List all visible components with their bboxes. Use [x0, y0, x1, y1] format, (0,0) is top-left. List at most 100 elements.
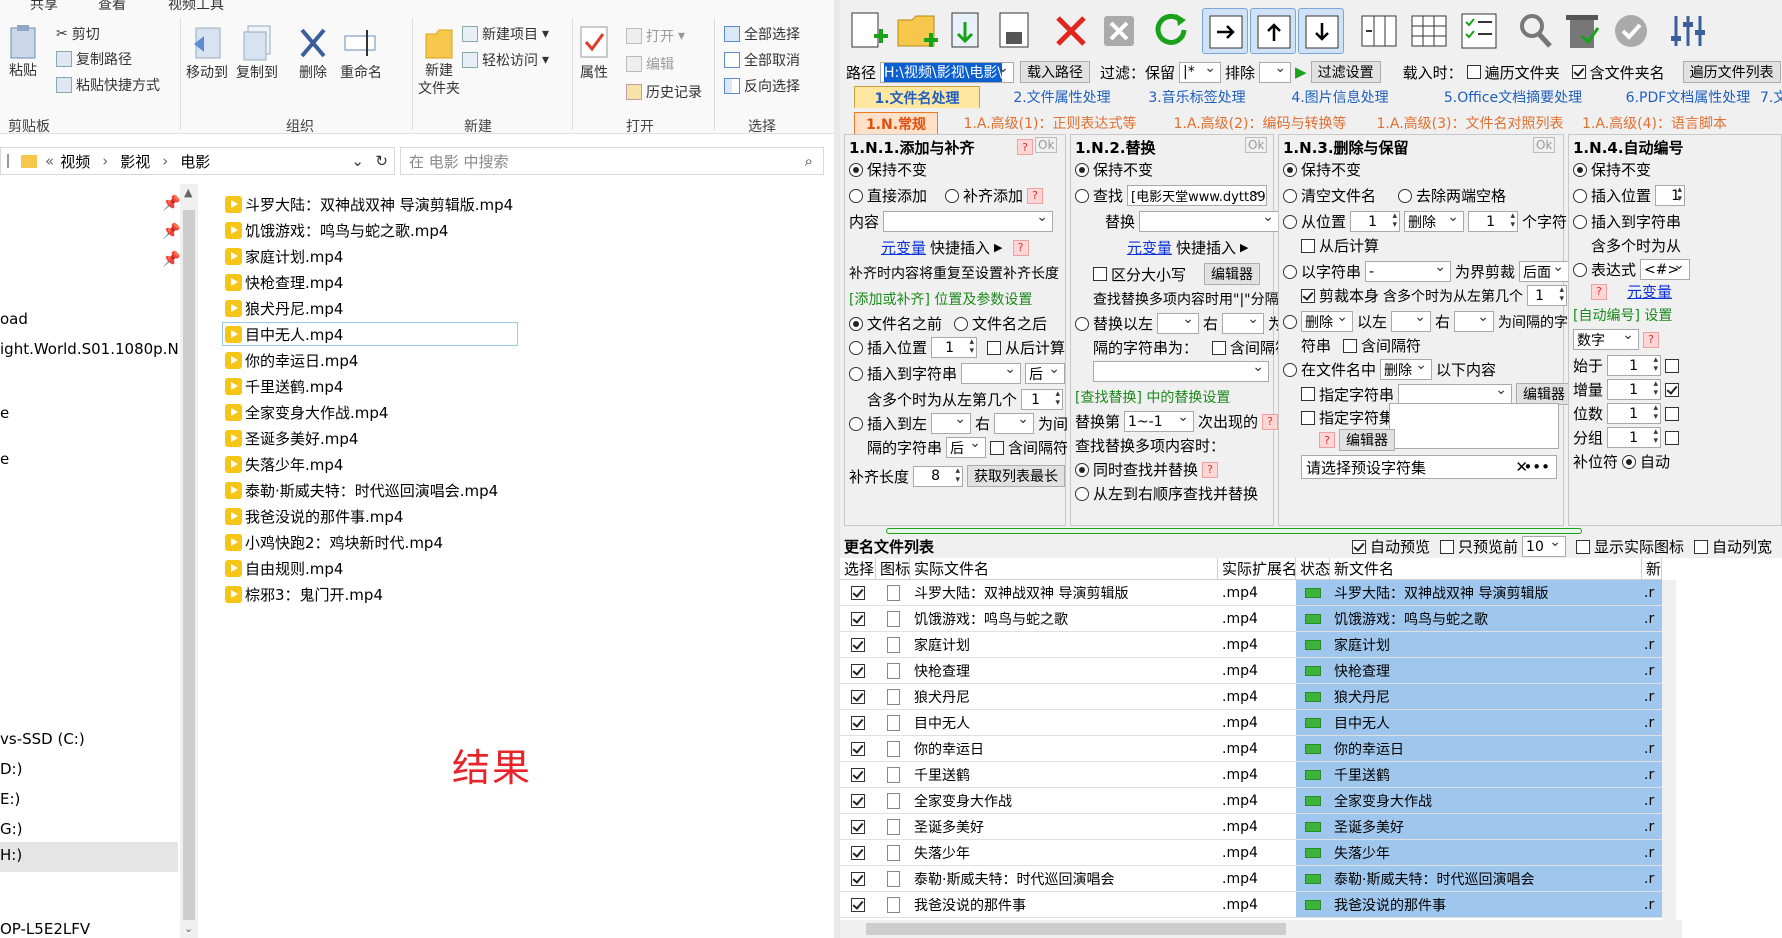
column-header-select[interactable]: 选择 — [840, 558, 876, 580]
paste-button[interactable]: 粘贴 — [8, 24, 38, 80]
specified-charset-checkbox[interactable] — [1301, 410, 1315, 425]
auto-preview-checkbox[interactable] — [1352, 539, 1366, 554]
before-name-radio[interactable] — [849, 316, 863, 331]
help-icon[interactable]: ? — [1202, 461, 1219, 478]
meta-variable-link[interactable]: 元变量 — [1127, 237, 1172, 258]
expression-combo[interactable]: <#> — [1640, 259, 1691, 280]
row-select-cell[interactable] — [840, 658, 876, 684]
properties-button[interactable]: 属性 — [578, 24, 610, 82]
keep-radio[interactable] — [1573, 162, 1587, 177]
row-select-cell[interactable] — [840, 840, 876, 866]
preview-top-combo[interactable]: 10 — [1522, 536, 1567, 557]
nav-item[interactable]: e — [0, 404, 178, 422]
history-button[interactable]: 历史记录 — [626, 82, 702, 102]
trim-spaces-radio[interactable] — [1398, 188, 1413, 203]
multi-left-spinner[interactable]: 1 — [1527, 285, 1568, 306]
boundary-string-combo[interactable]: - — [1365, 261, 1452, 282]
insert-position-radio[interactable] — [1573, 188, 1587, 203]
simultaneous-radio[interactable] — [1075, 462, 1089, 477]
column-header-actual-name[interactable]: 实际文件名 — [910, 558, 1218, 580]
help-icon[interactable]: ? — [1027, 187, 1044, 204]
table-row[interactable]: 你的幸运日 .mp4 你的幸运日 .r — [840, 736, 1782, 762]
nav-item-drive-c[interactable]: vs-SSD (C:) — [0, 730, 178, 748]
column-header-actual-ext[interactable]: 实际扩展名 — [1218, 558, 1297, 580]
row-checkbox[interactable] — [851, 871, 865, 886]
filter-keep-combo[interactable]: |* — [1179, 61, 1222, 83]
chevron-down-icon[interactable]: ⌄ — [351, 152, 364, 170]
cut-self-checkbox[interactable] — [1301, 288, 1315, 303]
pad-length-spinner[interactable]: 8 — [913, 465, 964, 487]
load-path-button[interactable]: 载入路径 — [1020, 61, 1091, 83]
breadcrumb-item[interactable]: 电影 — [180, 151, 210, 172]
keep-radio[interactable] — [849, 162, 863, 177]
row-select-cell[interactable] — [840, 788, 876, 814]
digits-checkbox[interactable] — [1665, 406, 1680, 421]
nav-item[interactable]: oad — [0, 310, 178, 328]
delete-between-radio[interactable] — [1283, 314, 1297, 329]
table-row[interactable]: 我爸没说的那件事 .mp4 我爸没说的那件事 .r — [840, 892, 1782, 918]
nav-item-drive-d[interactable]: D:) — [0, 760, 178, 778]
by-string-radio[interactable] — [1283, 264, 1297, 279]
charset-textarea[interactable] — [1389, 403, 1559, 449]
row-select-cell[interactable] — [840, 892, 876, 918]
subtab-regex[interactable]: 1.A.高级(1)：正则表达式等 — [950, 112, 1150, 134]
path-combo[interactable]: H:\视频\影视\电影\ — [880, 61, 1015, 83]
ok-button[interactable]: Ok — [1035, 137, 1058, 153]
delete-between-combo[interactable]: 删除 — [1301, 311, 1353, 332]
include-separator-checkbox[interactable] — [1212, 340, 1227, 355]
content-combo[interactable] — [883, 211, 1054, 232]
file-item-selected[interactable]: 目中无人.mp4 — [222, 322, 518, 346]
ribbon-tab-share[interactable]: 共享 — [30, 0, 58, 14]
column-header-status[interactable]: 状态 — [1296, 558, 1330, 580]
help-icon[interactable]: ? — [1262, 413, 1279, 430]
delete-button[interactable]: 删除 — [296, 24, 330, 82]
invert-selection-button[interactable]: 反向选择 — [724, 76, 800, 96]
file-item[interactable]: 狼犬丹尼.mp4 — [225, 296, 521, 320]
from-end-checkbox[interactable] — [1301, 238, 1315, 253]
help-icon[interactable]: ? — [1017, 139, 1033, 155]
meta-variable-link[interactable]: 元变量 — [1627, 281, 1672, 302]
remove-icon[interactable] — [1048, 8, 1094, 54]
insert-position-spinner[interactable]: 1 — [931, 337, 978, 358]
insert-position-spinner[interactable]: 1 — [1655, 185, 1686, 206]
insert-between-radio[interactable] — [849, 416, 863, 431]
scroll-up-icon[interactable]: ▲ — [184, 186, 192, 199]
select-none-button[interactable]: 全部取消 — [724, 50, 800, 70]
number-type-combo[interactable]: 数字 — [1573, 329, 1639, 350]
rename-button[interactable]: 重命名 — [340, 24, 382, 82]
filter-settings-button[interactable]: 过滤设置 — [1310, 61, 1381, 83]
refresh-icon[interactable] — [1148, 8, 1194, 54]
apply-filter-icon[interactable]: ▶ — [1295, 63, 1307, 81]
easy-access-button[interactable]: 轻松访问 ▾ — [462, 50, 549, 70]
insert-position-radio[interactable] — [849, 340, 863, 355]
more-icon[interactable]: ••• — [1523, 458, 1550, 476]
right-combo[interactable] — [1222, 313, 1265, 334]
search-replace-icon[interactable] — [1512, 8, 1558, 54]
traverse-folder-checkbox[interactable] — [1466, 65, 1481, 79]
table-row[interactable]: 狼犬丹尼 .mp4 狼犬丹尼 .r — [840, 684, 1782, 710]
left-combo[interactable] — [1391, 311, 1432, 332]
add-folder-icon[interactable] — [894, 8, 940, 54]
row-select-cell[interactable] — [840, 814, 876, 840]
breadcrumb-overflow-icon[interactable]: « — [45, 152, 54, 170]
file-item[interactable]: 斗罗大陆：双神战双神 导演剪辑版.mp4 — [225, 192, 521, 216]
pin-icon[interactable]: 📌 — [162, 250, 181, 268]
add-files-icon[interactable] — [844, 8, 890, 54]
insert-to-string-radio[interactable] — [849, 366, 863, 381]
from-position-spinner[interactable]: 1 — [1350, 211, 1401, 232]
move-up-icon[interactable] — [1250, 8, 1296, 54]
auto-pad-radio[interactable] — [1622, 454, 1637, 469]
trash-icon[interactable] — [1560, 8, 1606, 54]
open-button[interactable]: 打开 ▾ — [626, 26, 685, 46]
help-icon[interactable]: ? — [1012, 239, 1029, 256]
row-checkbox[interactable] — [851, 819, 865, 834]
insert-to-string-radio[interactable] — [1573, 214, 1587, 229]
file-item[interactable]: 你的幸运日.mp4 — [225, 348, 521, 372]
ribbon-tab-video-tools[interactable]: 视频工具 — [168, 0, 224, 14]
row-select-cell[interactable] — [840, 762, 876, 788]
in-filename-radio[interactable] — [1283, 362, 1297, 377]
preset-charset-combo[interactable]: 请选择预设字符集 ✕ ••• — [1301, 455, 1557, 479]
ok-button[interactable]: Ok — [1245, 137, 1268, 153]
replace-between-radio[interactable] — [1075, 316, 1089, 331]
refresh-icon[interactable]: ↻ — [375, 152, 388, 170]
